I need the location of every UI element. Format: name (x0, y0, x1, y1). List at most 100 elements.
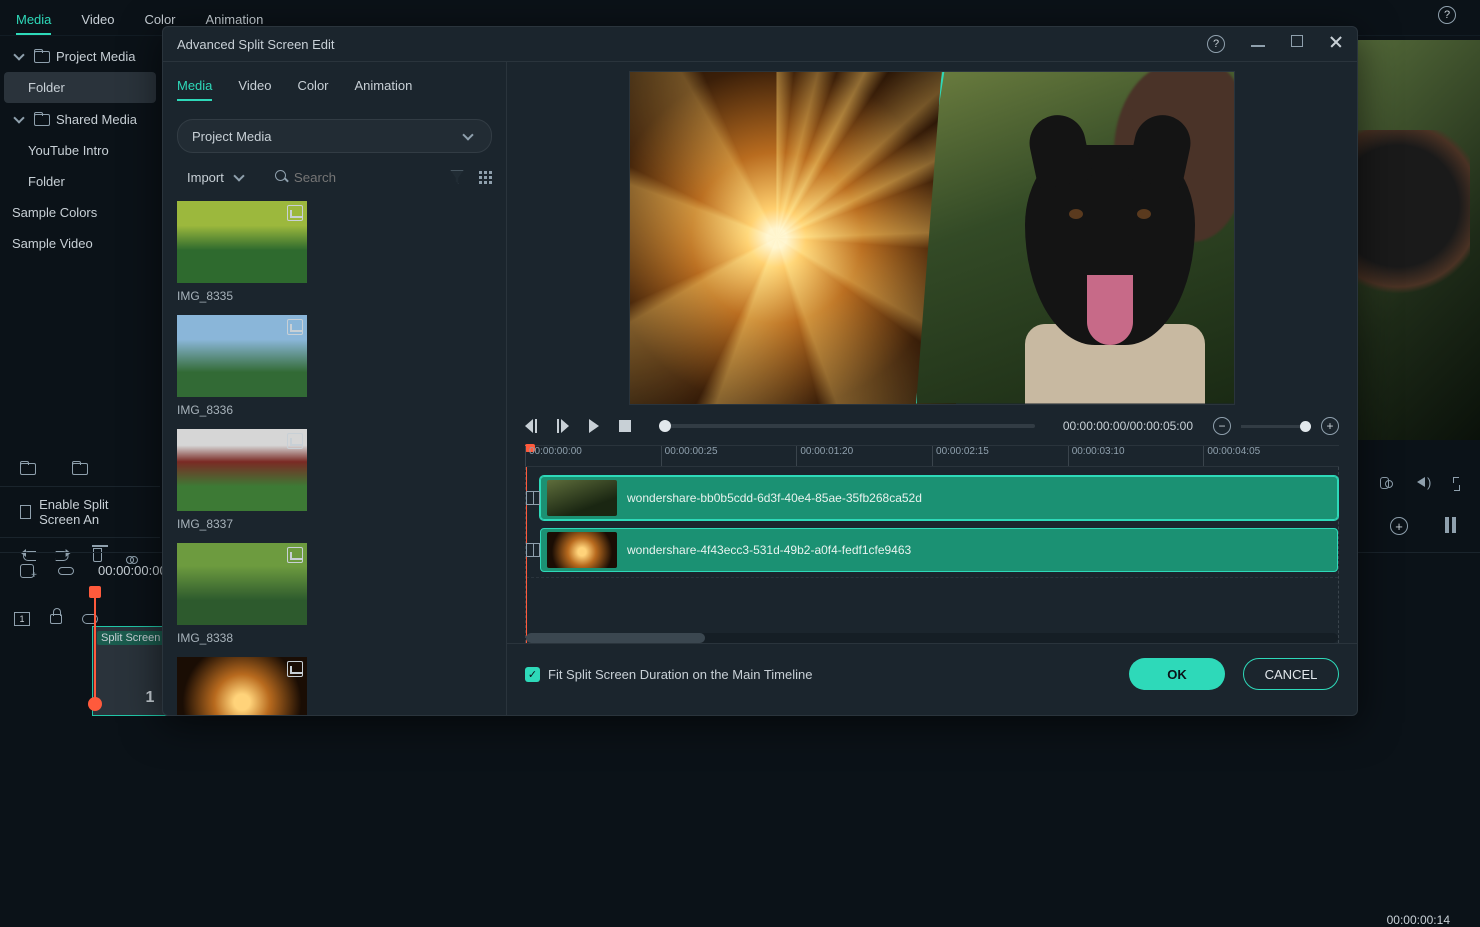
image-badge-icon (287, 547, 303, 563)
search-field[interactable] (294, 170, 433, 185)
seek-slider[interactable] (659, 424, 1035, 428)
search-input[interactable] (272, 165, 435, 189)
tree-project-media[interactable]: Project Media (4, 40, 156, 72)
timeline-track: wondershare-bb0b5cdd-6d3f-40e4-85ae-35fb… (526, 473, 1338, 523)
media-thumbnail-list[interactable]: IMG_8335 IMG_8336 IMG_8337 IMG_8338 (163, 201, 506, 715)
dialog-preview-panel: 00:00:00:00/00:00:05:00 − + 00:00:00:00 … (507, 62, 1357, 715)
tree-folder-2[interactable]: Folder (4, 166, 156, 197)
split-track-icon[interactable] (526, 491, 540, 505)
main-timeline-timecode: 00:00:00:00 (98, 563, 167, 578)
tree-label: Folder (28, 174, 65, 189)
tree-shared-media[interactable]: Shared Media (4, 103, 156, 135)
image-badge-icon (287, 319, 303, 335)
media-item[interactable]: IMG_8335 (177, 201, 317, 303)
zoom-in-icon[interactable]: + (1321, 417, 1339, 435)
close-icon[interactable] (1329, 35, 1343, 49)
clip-num: 1 (146, 689, 155, 707)
tree-folder[interactable]: Folder (4, 72, 156, 103)
timeline-ruler[interactable]: 00:00:00:00 00:00:00:25 00:00:01:20 00:0… (525, 445, 1339, 467)
dialog-tabs: Media Video Color Animation (163, 62, 506, 101)
timeline-scrollbar[interactable] (526, 633, 1338, 643)
enable-split-label: Enable Split Screen An (39, 497, 140, 527)
dialog-title: Advanced Split Screen Edit (177, 37, 335, 52)
seek-handle-icon[interactable] (659, 420, 671, 432)
zoom-slider[interactable] (1241, 425, 1311, 428)
speaker-icon[interactable] (1417, 477, 1425, 487)
media-thumbnail[interactable] (177, 429, 307, 511)
dialog-media-panel: Media Video Color Animation Project Medi… (163, 62, 507, 715)
media-source-select[interactable]: Project Media (177, 119, 492, 153)
grid-view-icon[interactable] (479, 171, 492, 184)
preview-region-2[interactable] (916, 72, 1234, 404)
fullscreen-icon[interactable] (1453, 477, 1460, 491)
ruler-tick: 00:00:00:25 (661, 446, 797, 466)
dlg-tab-media[interactable]: Media (177, 72, 212, 101)
pause-icon[interactable] (1445, 517, 1456, 533)
snapshot-button-icon[interactable] (20, 564, 34, 578)
ruler-tick: 00:00:01:20 (796, 446, 932, 466)
clip-thumbnail (547, 480, 617, 516)
media-thumbnail[interactable] (177, 543, 307, 625)
ok-button[interactable]: OK (1129, 658, 1225, 690)
media-item[interactable] (177, 657, 317, 715)
split-track-icon[interactable] (526, 543, 540, 557)
tree-sample-video[interactable]: Sample Video (4, 228, 156, 259)
timeline-clip[interactable]: wondershare-4f43ecc3-531d-49b2-a0f4-fedf… (540, 528, 1338, 572)
transport-bar: 00:00:00:00/00:00:05:00 − + (507, 407, 1357, 445)
image-badge-icon (287, 433, 303, 449)
main-tab-video[interactable]: Video (81, 6, 114, 35)
step-back-icon[interactable] (525, 419, 537, 433)
minimize-icon[interactable] (1251, 45, 1265, 47)
timeline-tracks: wondershare-bb0b5cdd-6d3f-40e4-85ae-35fb… (525, 467, 1339, 643)
help-icon[interactable]: ? (1207, 35, 1225, 53)
folder-icon (34, 111, 50, 127)
dlg-tab-video[interactable]: Video (238, 72, 271, 101)
split-timeline: 00:00:00:00 00:00:00:25 00:00:01:20 00:0… (507, 445, 1357, 643)
media-thumbnail[interactable] (177, 657, 307, 715)
zoom-handle-icon[interactable] (1300, 421, 1311, 432)
split-screen-preview[interactable] (629, 71, 1235, 405)
tree-label: Sample Video (12, 236, 93, 251)
cancel-button[interactable]: CANCEL (1243, 658, 1339, 690)
snapshot-icon[interactable] (1380, 477, 1389, 489)
tree-label: Folder (28, 80, 65, 95)
checkbox-icon[interactable] (20, 505, 31, 519)
dialog-footer: ✓ Fit Split Screen Duration on the Main … (507, 643, 1357, 704)
track-video-icon[interactable]: 1 (14, 612, 30, 626)
lock-icon[interactable] (50, 614, 62, 624)
filter-icon[interactable] (449, 169, 465, 185)
play-icon[interactable] (589, 419, 599, 433)
add-folder-icon[interactable] (20, 460, 36, 476)
scrollbar-handle[interactable] (526, 633, 705, 643)
media-item[interactable]: IMG_8337 (177, 429, 317, 531)
advanced-split-screen-dialog: Advanced Split Screen Edit ? Media Video… (162, 26, 1358, 716)
folder-icon[interactable] (72, 460, 88, 476)
dlg-tab-color[interactable]: Color (297, 72, 328, 101)
link-icon[interactable] (58, 567, 74, 575)
chevron-down-icon (232, 169, 248, 185)
zoom-out-icon[interactable]: − (1213, 417, 1231, 435)
add-track-icon[interactable]: + (1390, 517, 1408, 535)
maximize-icon[interactable] (1291, 35, 1303, 47)
import-button[interactable]: Import (177, 165, 258, 189)
main-tab-media[interactable]: Media (16, 6, 51, 35)
media-thumbnail[interactable] (177, 315, 307, 397)
folder-icon (34, 48, 50, 64)
media-item[interactable]: IMG_8336 (177, 315, 317, 417)
media-item[interactable]: IMG_8338 (177, 543, 317, 645)
preview-region-1[interactable] (630, 72, 956, 404)
fit-duration-checkbox[interactable]: ✓ Fit Split Screen Duration on the Main … (525, 667, 812, 682)
dlg-tab-animation[interactable]: Animation (355, 72, 413, 101)
timeline-clip[interactable]: wondershare-bb0b5cdd-6d3f-40e4-85ae-35fb… (540, 476, 1338, 520)
stop-icon[interactable] (619, 420, 631, 432)
help-icon[interactable]: ? (1438, 6, 1456, 24)
playhead-icon[interactable] (94, 588, 96, 708)
media-thumbnail[interactable] (177, 201, 307, 283)
media-caption: IMG_8337 (177, 517, 317, 531)
empty-track[interactable] (526, 577, 1338, 629)
step-forward-icon[interactable] (557, 419, 569, 433)
tree-youtube-intro[interactable]: YouTube Intro (4, 135, 156, 166)
clip-thumbnail (547, 532, 617, 568)
tree-sample-colors[interactable]: Sample Colors (4, 197, 156, 228)
ruler-tick: 00:00:02:15 (932, 446, 1068, 466)
